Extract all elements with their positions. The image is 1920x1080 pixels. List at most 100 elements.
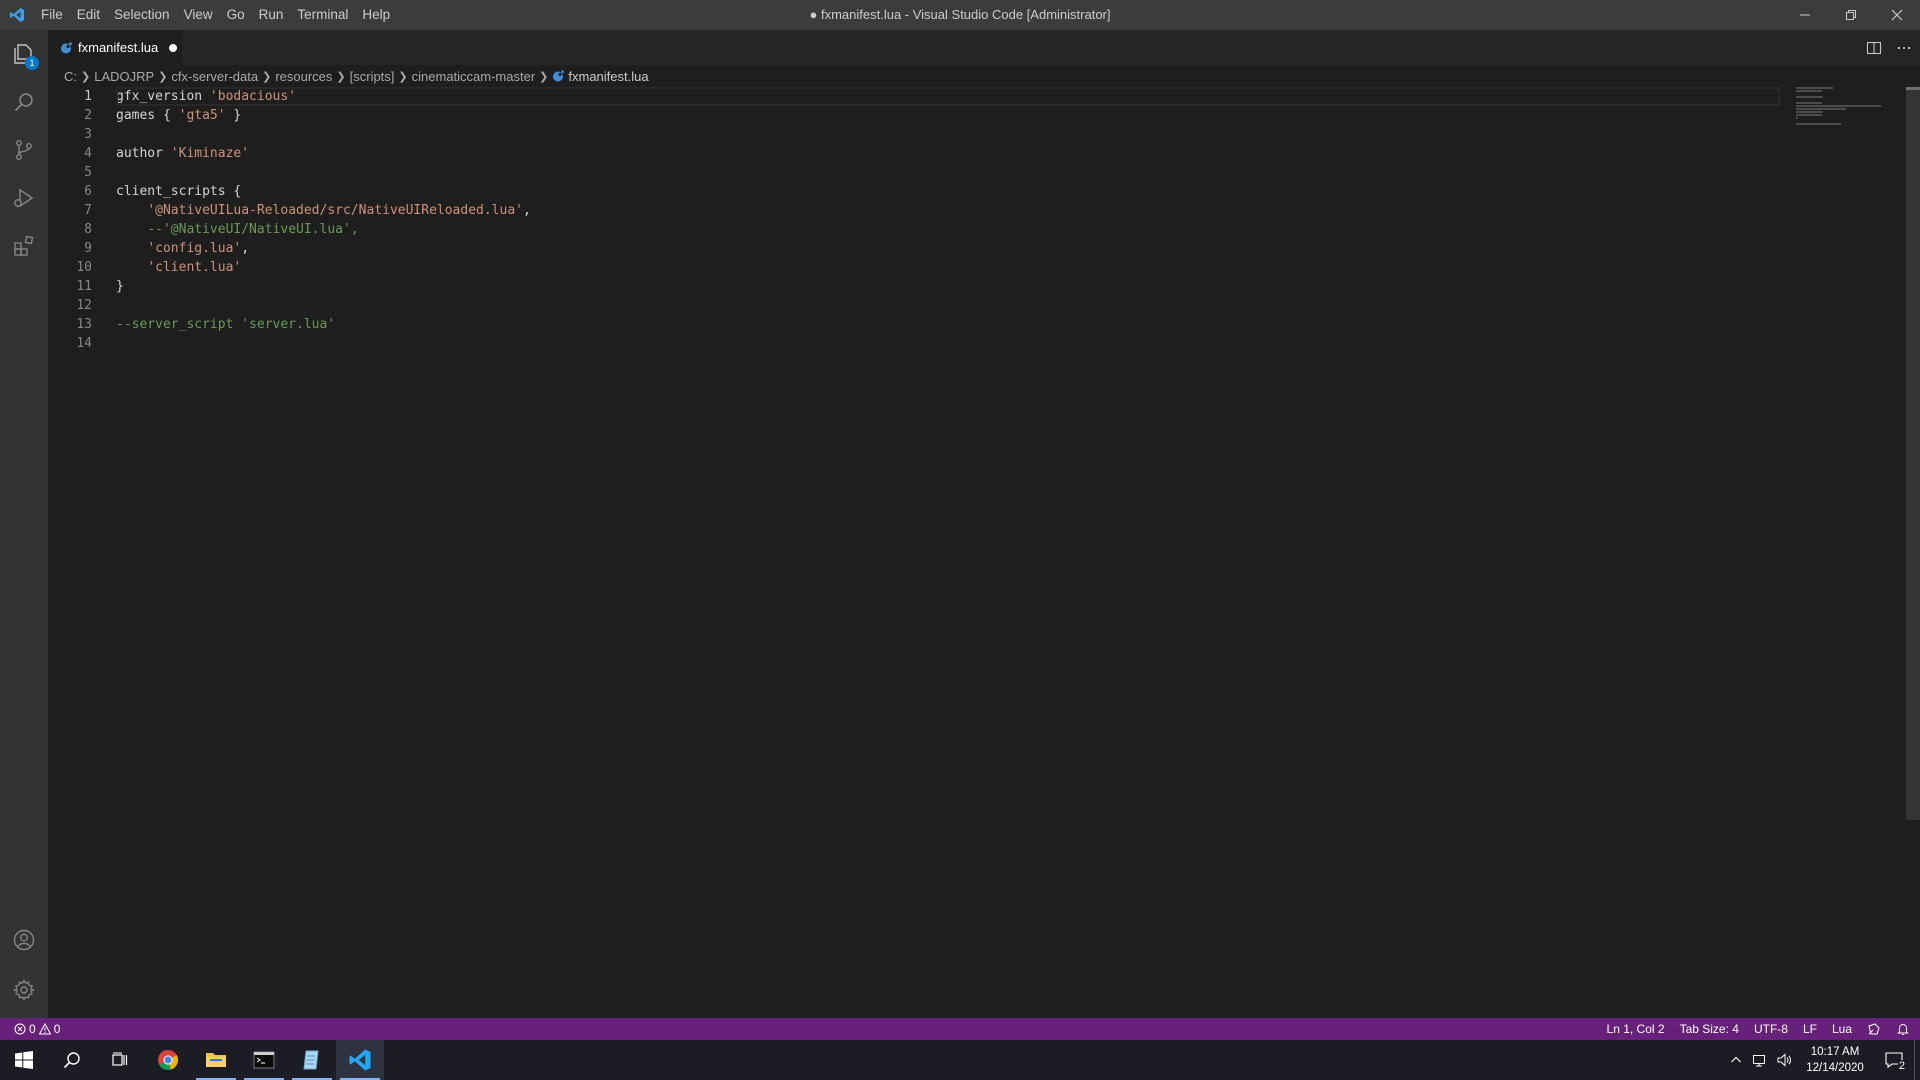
volume-button[interactable] <box>1772 1040 1796 1080</box>
code-line[interactable]: } <box>116 277 1780 296</box>
manage-settings-button[interactable] <box>0 966 48 1014</box>
show-hidden-icons-button[interactable] <box>1724 1040 1748 1080</box>
feedback-icon[interactable] <box>1867 1022 1881 1036</box>
chevron-right-icon: ❯ <box>398 70 408 83</box>
task-view-button[interactable] <box>96 1040 144 1080</box>
taskbar-search-button[interactable] <box>48 1040 96 1080</box>
tab-fxmanifest[interactable]: fxmanifest.lua <box>48 30 182 65</box>
menu-help[interactable]: Help <box>355 0 397 30</box>
action-center-button[interactable]: 2 <box>1874 1040 1914 1080</box>
search-view-button[interactable] <box>0 78 48 126</box>
notepad-icon <box>303 1050 319 1070</box>
code-line[interactable]: '@NativeUILua-Reloaded/src/NativeUIReloa… <box>116 201 1780 220</box>
taskbar-vscode[interactable] <box>336 1040 384 1080</box>
line-number: 2 <box>84 108 92 123</box>
line-number: 6 <box>84 184 92 199</box>
breadcrumb-item[interactable]: LADOJRP <box>94 69 154 84</box>
restore-icon <box>1846 10 1856 20</box>
warning-count: 0 <box>53 1022 61 1036</box>
breadcrumb-item[interactable]: [scripts] <box>350 69 395 84</box>
show-desktop-button[interactable] <box>1914 1040 1920 1080</box>
extensions-button[interactable] <box>0 222 48 270</box>
tab-size[interactable]: Tab Size: 4 <box>1680 1022 1739 1036</box>
code-line[interactable]: --server_script 'server.lua' <box>116 315 1780 334</box>
menu-edit[interactable]: Edit <box>70 0 107 30</box>
end-of-line[interactable]: LF <box>1803 1022 1817 1036</box>
explorer-button[interactable]: 1 <box>0 30 48 78</box>
code-line[interactable]: 'client.lua' <box>116 258 1780 277</box>
run-debug-button[interactable] <box>0 174 48 222</box>
menu-selection[interactable]: Selection <box>107 0 177 30</box>
code-line[interactable] <box>116 334 1780 353</box>
file-explorer-icon <box>206 1053 226 1067</box>
source-control-button[interactable] <box>0 126 48 174</box>
unsaved-dot-icon[interactable] <box>169 43 178 52</box>
run-debug-icon <box>14 188 34 208</box>
breadcrumb-item[interactable]: cinematiccam-master <box>412 69 536 84</box>
code-token: , <box>241 241 250 256</box>
breadcrumb-file[interactable]: fxmanifest.lua <box>552 69 649 84</box>
code-line[interactable]: --'@NativeUI/NativeUI.lua', <box>116 220 1780 239</box>
accounts-button[interactable] <box>0 916 48 964</box>
breadcrumb-item[interactable]: resources <box>275 69 332 84</box>
encoding[interactable]: UTF-8 <box>1754 1022 1788 1036</box>
minimap-line <box>1796 87 1833 89</box>
minimap-line <box>1796 123 1841 125</box>
clock-date: 12/14/2020 <box>1806 1062 1864 1074</box>
code-line[interactable]: author 'Kiminaze' <box>116 144 1780 163</box>
title-bar: File Edit Selection View Go Run Terminal… <box>0 0 1920 30</box>
taskbar-terminal[interactable] <box>240 1040 288 1080</box>
menu-go[interactable]: Go <box>220 0 252 30</box>
taskbar-chrome[interactable] <box>144 1040 192 1080</box>
activity-bar: 1 <box>0 30 48 1018</box>
menu-terminal[interactable]: Terminal <box>290 0 355 30</box>
code-token: games { <box>116 108 179 123</box>
code-line[interactable]: client_scripts { <box>116 182 1780 201</box>
line-number: 5 <box>84 165 92 180</box>
breadcrumb-item[interactable]: cfx-server-data <box>171 69 258 84</box>
line-number: 4 <box>84 146 92 161</box>
minimap-line <box>1796 111 1824 113</box>
string-token: 'config.lua' <box>147 241 242 256</box>
task-view-icon <box>112 1052 128 1066</box>
menu-run[interactable]: Run <box>252 0 291 30</box>
code-token: author <box>116 146 171 161</box>
language-mode[interactable]: Lua <box>1832 1022 1852 1036</box>
scrollbar-thumb[interactable] <box>1906 87 1920 820</box>
taskbar-notepad[interactable] <box>288 1040 336 1080</box>
code-line[interactable] <box>116 296 1780 315</box>
menu-file[interactable]: File <box>34 0 70 30</box>
vertical-scrollbar[interactable] <box>1906 87 1920 1018</box>
minimize-button[interactable] <box>1782 0 1828 30</box>
split-editor-icon[interactable] <box>1866 40 1882 56</box>
code-line[interactable] <box>116 125 1780 144</box>
code-area[interactable]: gfx_version 'bodacious' games { 'gta5' } a… <box>116 87 1780 353</box>
network-button[interactable] <box>1748 1040 1772 1080</box>
taskbar-file-explorer[interactable] <box>192 1040 240 1080</box>
search-icon <box>14 93 33 112</box>
notifications-bell-icon[interactable] <box>1896 1022 1910 1036</box>
minimap-line <box>1796 114 1822 116</box>
minimap[interactable] <box>1796 87 1906 127</box>
more-actions-icon[interactable] <box>1896 40 1912 56</box>
problems-indicator[interactable]: 0 0 <box>0 1022 60 1036</box>
start-button[interactable] <box>0 1040 48 1080</box>
explorer-badge: 1 <box>25 56 39 70</box>
clock[interactable]: 10:17 AM 12/14/2020 <box>1796 1044 1874 1076</box>
minimap-line <box>1796 96 1824 98</box>
line-number: 8 <box>84 222 92 237</box>
close-button[interactable] <box>1874 0 1920 30</box>
cursor-position[interactable]: Ln 1, Col 2 <box>1607 1022 1665 1036</box>
restore-button[interactable] <box>1828 0 1874 30</box>
breadcrumb-item[interactable]: C: <box>64 69 77 84</box>
menu-view[interactable]: View <box>177 0 220 30</box>
code-line[interactable]: gfx_version 'bodacious' <box>116 87 1780 106</box>
code-line[interactable]: 'config.lua', <box>116 239 1780 258</box>
network-icon <box>1753 1055 1765 1067</box>
code-line[interactable] <box>116 163 1780 182</box>
code-line[interactable]: games { 'gta5' } <box>116 106 1780 125</box>
chevron-right-icon: ❯ <box>158 70 168 83</box>
code-token: gfx_version <box>116 89 210 104</box>
code-editor[interactable]: 1 2 3 4 5 6 7 8 9 10 11 12 13 14 gfx_version 'bodacio… <box>48 87 1920 1018</box>
